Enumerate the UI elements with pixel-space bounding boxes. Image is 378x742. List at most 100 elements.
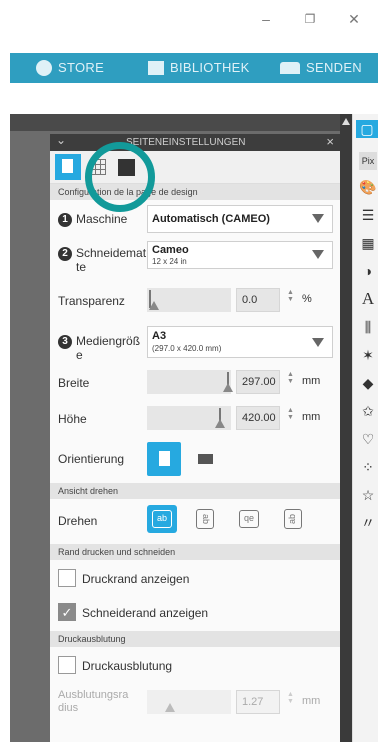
bleed-radius-label: Ausblutungsra <box>58 689 129 701</box>
section-bleed-header: Druckausblutung <box>50 631 340 647</box>
panel-titlebar: ⌄ SEITENEINSTELLUNGEN × <box>50 132 340 151</box>
print-border-checkbox[interactable] <box>58 569 76 587</box>
restore-button[interactable]: ❐ <box>300 10 320 28</box>
cut-border-label: Schneiderand anzeigen <box>82 606 209 620</box>
mat-size: 12 x 24 in <box>152 257 187 266</box>
media-select[interactable]: A3 (297.0 x 420.0 mm) <box>147 326 333 358</box>
height-label: Höhe <box>58 412 87 426</box>
spinner-icon[interactable]: ▲ ▼ <box>287 371 295 385</box>
media-label: 3 Mediengröß <box>58 334 140 349</box>
main-toolbar: STORE BIBLIOTHEK SENDEN <box>10 53 378 83</box>
page-settings-panel: ⌄ SEITENEINSTELLUNGEN × Configuration de… <box>50 132 340 742</box>
library-button[interactable]: BIBLIOTHEK <box>148 53 250 83</box>
rotate-label: Drehen <box>58 514 98 528</box>
canvas-top-strip <box>10 114 340 131</box>
minimize-button[interactable]: – <box>256 10 276 28</box>
portrait-icon <box>159 451 170 466</box>
star-icon[interactable]: ☆ <box>359 486 377 504</box>
rotate-0-button[interactable]: ab <box>147 505 177 533</box>
machine-label: 1 Maschine <box>58 212 127 227</box>
offset-icon[interactable]: ◆ <box>359 374 377 392</box>
machine-select[interactable]: Automatisch (CAMEO) <box>147 205 333 233</box>
tab-page[interactable] <box>55 154 81 180</box>
collapse-icon[interactable]: ⌄ <box>56 132 66 149</box>
orientation-label: Orientierung <box>58 452 125 466</box>
step-2-badge: 2 <box>58 246 72 261</box>
rotate-90-icon: ab <box>196 509 214 529</box>
bleed-label: Druckausblutung <box>82 659 173 673</box>
page-setup-icon[interactable]: ▢ <box>356 120 378 138</box>
highlight-ring <box>85 142 155 212</box>
text-icon[interactable]: A <box>359 290 377 308</box>
mat-label-cont: te <box>76 260 87 274</box>
height-unit: mm <box>302 411 321 423</box>
height-slider[interactable] <box>147 406 231 430</box>
section-print-header: Rand drucken und schneiden <box>50 544 340 560</box>
portrait-button[interactable] <box>147 442 181 476</box>
pixscan-icon[interactable]: Pix <box>359 152 377 170</box>
palette-icon[interactable]: 🎨 <box>359 178 377 196</box>
replicate-icon[interactable]: ✶ <box>359 346 377 364</box>
rotate-180-icon: qe <box>239 510 259 528</box>
rotate-270-button[interactable]: ab <box>278 505 308 533</box>
right-toolbar: ▢ Pix 🎨 ☰ ▦ ◑ A ⫼ ✶ ◆ ✩ ♡ ⁘ ☆ 〃 <box>352 114 378 742</box>
store-button[interactable]: STORE <box>36 53 104 83</box>
bleed-radius-slider <box>147 690 231 714</box>
align-icon[interactable]: ⫼ <box>359 318 377 336</box>
step-3-badge: 3 <box>58 334 72 349</box>
send-icon <box>280 61 300 74</box>
panel-close-icon[interactable]: × <box>326 133 334 150</box>
width-slider[interactable] <box>147 370 233 394</box>
slider-thumb-icon <box>149 301 159 310</box>
slider-thumb-icon <box>223 383 233 392</box>
store-label: STORE <box>58 60 105 75</box>
spinner-icon[interactable]: ▲ ▼ <box>287 289 295 303</box>
vertical-scrollbar[interactable] <box>340 114 352 742</box>
rotate-270-icon: ab <box>284 509 302 529</box>
rotate-180-button[interactable]: qe <box>234 505 264 533</box>
landscape-button[interactable] <box>189 442 223 476</box>
spinner-icon: ▲ ▼ <box>287 691 294 705</box>
scroll-up-icon[interactable] <box>342 118 350 125</box>
panel-title: SEITENEINSTELLUNGEN <box>126 137 246 148</box>
media-size: (297.0 x 420.0 mm) <box>152 344 222 353</box>
media-value: A3 <box>152 330 167 342</box>
machine-value: Automatisch (CAMEO) <box>152 213 270 225</box>
bleed-checkbox[interactable] <box>58 656 76 674</box>
library-tool-icon[interactable]: ♡ <box>359 430 377 448</box>
cut-border-checkbox[interactable]: ✓ <box>58 603 76 621</box>
bleed-radius-input: 1.27 <box>236 690 280 714</box>
height-input[interactable]: 420.00 <box>236 406 280 430</box>
chevron-down-icon <box>312 214 324 223</box>
slider-thumb-icon <box>165 703 175 712</box>
page-tab-icon <box>62 159 73 173</box>
pen-icon[interactable]: 〃 <box>359 514 377 532</box>
transparency-label: Transparenz <box>58 294 125 308</box>
transparency-slider[interactable] <box>147 288 231 312</box>
mat-select[interactable]: Cameo 12 x 24 in <box>147 241 333 269</box>
library-label: BIBLIOTHEK <box>170 60 250 75</box>
rotate-0-icon: ab <box>152 510 172 528</box>
fill-icon[interactable]: ▦ <box>359 234 377 252</box>
rotate-90-button[interactable]: ab <box>190 505 220 533</box>
slider-thumb-icon <box>215 419 225 428</box>
sketch-icon[interactable]: ⁘ <box>359 458 377 476</box>
chevron-down-icon <box>312 250 324 259</box>
mat-value: Cameo <box>152 244 189 256</box>
close-window-button[interactable]: ✕ <box>344 10 364 28</box>
transparency-unit: % <box>302 293 312 305</box>
send-button[interactable]: SENDEN <box>280 53 362 83</box>
width-input[interactable]: 297.00 <box>236 370 280 394</box>
store-icon <box>36 59 52 76</box>
width-label: Breite <box>58 376 90 390</box>
transparency-input[interactable]: 0.0 <box>236 288 280 312</box>
library-icon <box>148 60 164 75</box>
line-style-icon[interactable]: ☰ <box>359 206 377 224</box>
section-rotate-header: Ansicht drehen <box>50 483 340 499</box>
spinner-icon[interactable]: ▲ ▼ <box>287 407 295 421</box>
media-label-cont: e <box>76 348 83 362</box>
trace-icon[interactable]: ✩ <box>359 402 377 420</box>
mat-label: 2 Schneidemat <box>58 246 146 261</box>
transparency-icon[interactable]: ◑ <box>359 262 377 280</box>
send-label: SENDEN <box>306 60 362 75</box>
